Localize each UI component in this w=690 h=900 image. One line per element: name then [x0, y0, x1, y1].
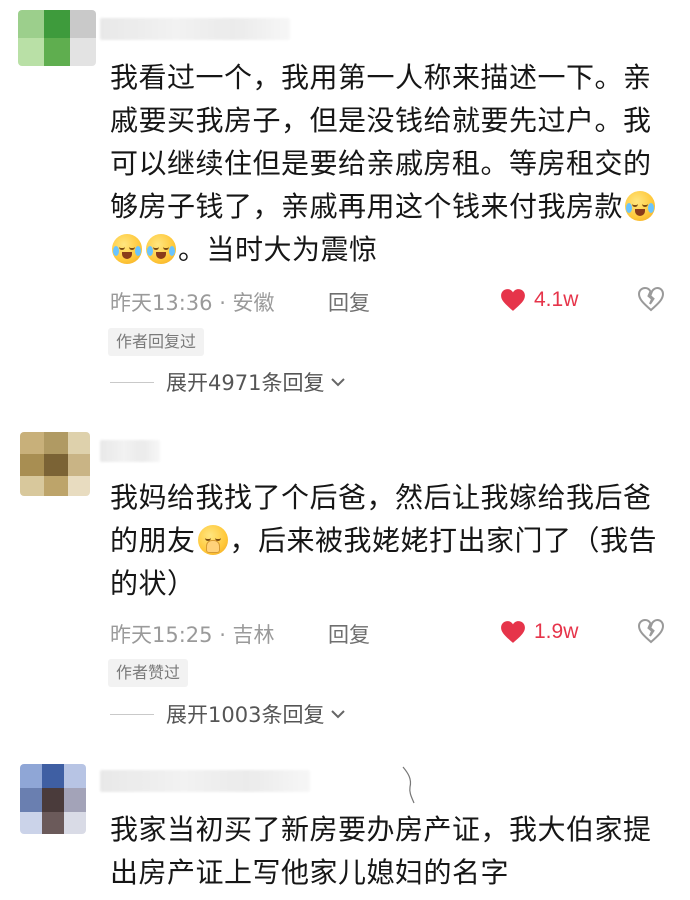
chevron-down-icon — [331, 710, 346, 719]
like-count: 4.1w — [534, 288, 579, 311]
divider — [110, 713, 154, 715]
comment-meta: 昨天13:36 · 安徽 回复 4.1w — [110, 283, 670, 317]
scratch-mark — [402, 766, 415, 804]
author-liked-badge: 作者赞过 — [108, 659, 189, 687]
expand-replies-button[interactable]: 展开1003条回复 — [110, 699, 346, 729]
heart-icon — [501, 289, 525, 311]
pray-face-icon — [197, 525, 228, 555]
expand-replies-button[interactable]: 展开4971条回复 — [110, 367, 346, 397]
expand-label: 展开4971条回复 — [166, 371, 325, 395]
reply-button[interactable]: 回复 — [328, 619, 370, 649]
avatar[interactable] — [20, 764, 86, 834]
divider — [110, 381, 154, 383]
time-location: 昨天13:36 · 安徽 — [110, 291, 275, 315]
avatar[interactable] — [20, 432, 90, 496]
reply-button[interactable]: 回复 — [328, 287, 370, 317]
comment-text: 我妈给我找了个后爸，然后让我嫁给我后爸的朋友 ，后来被我姥姥打出家门了（我告的状） — [110, 481, 658, 600]
chevron-down-icon — [331, 378, 346, 387]
cry-laugh-icon — [625, 191, 656, 221]
expand-label: 展开1003条回复 — [166, 703, 325, 727]
cry-laugh-icon — [146, 234, 176, 264]
heart-icon — [501, 621, 525, 643]
username[interactable] — [100, 440, 160, 462]
broken-heart-icon[interactable] — [637, 285, 665, 313]
avatar[interactable] — [18, 10, 96, 66]
like-button[interactable]: 1.9w — [500, 617, 578, 647]
broken-heart-icon[interactable] — [637, 617, 665, 645]
username[interactable] — [100, 18, 290, 40]
like-count: 1.9w — [534, 620, 579, 643]
cry-laugh-icon — [112, 234, 142, 264]
username[interactable] — [100, 770, 310, 792]
comment-text: 我家当初买了新房要办房产证，我大伯家提出房产证上写他家儿媳妇的名字 — [110, 813, 652, 889]
like-button[interactable]: 4.1w — [500, 285, 578, 315]
comment-meta: 昨天15:25 · 吉林 回复 1.9w — [110, 615, 670, 649]
author-replied-badge: 作者回复过 — [108, 328, 205, 356]
time-location: 昨天15:25 · 吉林 — [110, 623, 275, 647]
comment-text: 我看过一个，我用第一人称来描述一下。亲戚要买我房子，但是没钱给就要先过户。我可以… — [110, 56, 670, 276]
